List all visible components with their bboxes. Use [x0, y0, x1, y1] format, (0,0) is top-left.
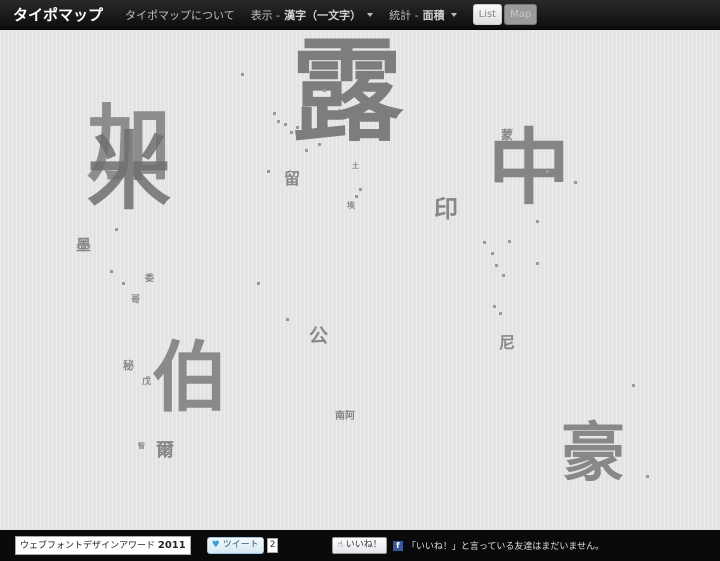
list-view-button[interactable]: List [472, 4, 503, 25]
about-link[interactable]: タイポマップについて [125, 7, 235, 23]
map-dot[interactable] [536, 220, 539, 223]
glyph-in[interactable]: 印 [434, 197, 458, 221]
glyph-ro[interactable]: 露 [291, 36, 403, 148]
glyph-bo[interactable]: 戊 [142, 378, 151, 387]
map-dot[interactable] [536, 262, 539, 265]
footer-bar: ウェブフォントデザインアワード 2011 ♥ ツイート 2 ☝ いいね！ f 「… [0, 530, 720, 561]
thumbs-up-icon: ☝ [337, 540, 343, 550]
map-dot[interactable] [296, 126, 299, 129]
map-dot[interactable] [632, 384, 635, 387]
glyph-ryu[interactable]: 留 [284, 171, 300, 187]
map-dot[interactable] [257, 282, 260, 285]
glyph-bei[interactable]: 米 [87, 130, 171, 214]
glyph-mo[interactable]: 蒙 [501, 129, 513, 141]
map-dot[interactable] [508, 240, 511, 243]
map-dot[interactable] [110, 270, 113, 273]
display-dropdown[interactable]: 表示 - 漢字（一文字） [250, 7, 374, 23]
glyph-ko[interactable]: 公 [309, 327, 328, 346]
map-dot[interactable] [646, 475, 649, 478]
facebook-icon: f [392, 540, 403, 551]
map-dot[interactable] [483, 241, 486, 244]
tweet-count: 2 [266, 538, 279, 553]
map-dot[interactable] [241, 73, 244, 76]
award-year: 2011 [157, 540, 186, 551]
chevron-down-icon [450, 12, 457, 17]
glyph-boku[interactable]: 墨 [76, 238, 91, 253]
map-dot[interactable] [491, 252, 494, 255]
map-dot[interactable] [355, 195, 358, 198]
map-dot[interactable] [323, 89, 326, 92]
display-prefix: 表示 - [250, 8, 281, 22]
chevron-down-icon [367, 12, 374, 17]
like-button[interactable]: ☝ いいね！ [332, 537, 387, 554]
map-dot[interactable] [318, 143, 321, 146]
glyph-i[interactable]: 委 [145, 275, 154, 284]
map-dot[interactable] [359, 188, 362, 191]
map-dot[interactable] [284, 123, 287, 126]
map-dot[interactable] [273, 112, 276, 115]
glyph-go[interactable]: 豪 [561, 422, 625, 486]
map-dot[interactable] [493, 305, 496, 308]
typo-map-canvas[interactable]: 露 加 米 中 伯 豪 印 公 尼 爾 留 墨 蒙 秘 南阿 戊 委 哥 埃 土… [0, 30, 720, 530]
stats-value: 面積 [422, 8, 445, 22]
map-dot[interactable] [495, 264, 498, 267]
twitter-bird-icon: ♥ [211, 540, 220, 550]
map-dot[interactable] [574, 181, 577, 184]
glyph-haku[interactable]: 伯 [152, 340, 228, 416]
award-badge[interactable]: ウェブフォントデザインアワード 2011 [15, 536, 191, 555]
tweet-label: ツイート [222, 540, 259, 550]
glyph-do[interactable]: 土 [352, 163, 359, 170]
about-label: タイポマップについて [125, 8, 235, 22]
glyph-ji[interactable]: 爾 [156, 442, 174, 460]
tweet-widget[interactable]: ♥ ツイート 2 [206, 537, 279, 554]
award-label: ウェブフォントデザインアワード [20, 541, 156, 551]
brand-logo[interactable]: タイポマップ [13, 4, 103, 25]
map-view-button[interactable]: Map [504, 4, 538, 25]
map-dot[interactable] [267, 170, 270, 173]
glyph-nana[interactable]: 南阿 [335, 412, 355, 422]
glyph-ai[interactable]: 埃 [347, 202, 355, 210]
map-dot[interactable] [115, 228, 118, 231]
map-dot[interactable] [122, 282, 125, 285]
map-dot[interactable] [502, 274, 505, 277]
map-dot[interactable] [499, 312, 502, 315]
stats-dropdown[interactable]: 統計 - 面積 [389, 7, 457, 23]
glyph-hi[interactable]: 秘 [123, 360, 134, 371]
facebook-like-text: 「いいね！」と言っている友達はまだいません。 [406, 542, 605, 552]
map-dot[interactable] [290, 131, 293, 134]
top-navbar: タイポマップ タイポマップについて 表示 - 漢字（一文字） 統計 - 面積 L… [0, 0, 720, 30]
map-dot[interactable] [277, 120, 280, 123]
like-label: いいね！ [345, 540, 382, 550]
map-dot[interactable] [286, 318, 289, 321]
stats-prefix: 統計 - [389, 8, 419, 22]
map-dot[interactable] [305, 149, 308, 152]
glyph-chi[interactable]: 智 [138, 443, 145, 450]
tweet-button[interactable]: ♥ ツイート [206, 537, 264, 554]
display-value: 漢字（一文字） [284, 8, 362, 22]
map-dot[interactable] [546, 170, 549, 173]
glyph-ni[interactable]: 尼 [499, 335, 515, 351]
glyph-ka2[interactable]: 哥 [131, 296, 140, 305]
